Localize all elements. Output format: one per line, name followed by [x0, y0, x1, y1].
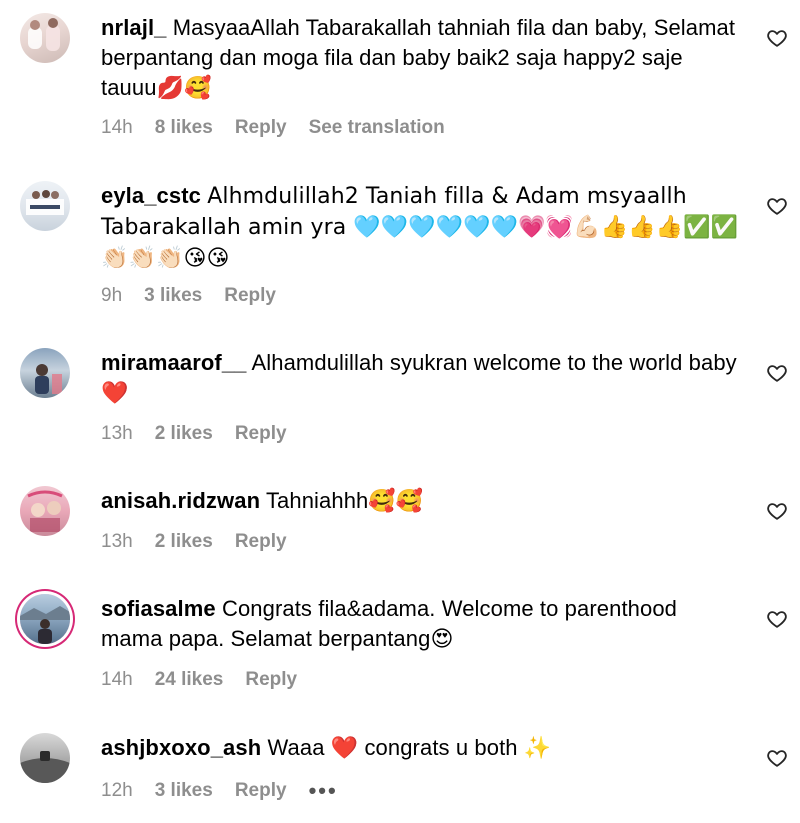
- like-count[interactable]: 2 likes: [155, 423, 213, 445]
- comment-timestamp[interactable]: 13h: [101, 423, 133, 445]
- reply-button[interactable]: Reply: [235, 423, 287, 445]
- avatar[interactable]: [20, 594, 70, 644]
- comment-meta: 12h 3 likes Reply •••: [101, 778, 338, 804]
- heart-outline-icon[interactable]: [766, 362, 788, 384]
- see-translation-button[interactable]: See translation: [309, 117, 445, 139]
- like-count[interactable]: 3 likes: [155, 780, 213, 802]
- comment-username[interactable]: miramaarof__: [101, 350, 247, 375]
- comment-body: miramaarof__ Alhamdulillah syukran welco…: [101, 348, 741, 408]
- comment-meta: 13h 2 likes Reply: [101, 531, 287, 553]
- avatar[interactable]: [20, 13, 70, 63]
- comment-text: Waaa ❤️ congrats u both ✨: [267, 735, 552, 760]
- heart-outline-icon[interactable]: [766, 27, 788, 49]
- comment-meta: 13h 2 likes Reply: [101, 423, 287, 445]
- comment-timestamp[interactable]: 14h: [101, 117, 133, 139]
- comment-username[interactable]: anisah.ridzwan: [101, 488, 260, 513]
- like-count[interactable]: 24 likes: [155, 669, 224, 691]
- heart-outline-icon[interactable]: [766, 500, 788, 522]
- comment-text: Tahniahhh🥰🥰: [265, 488, 424, 513]
- reply-button[interactable]: Reply: [235, 531, 287, 553]
- more-options-icon[interactable]: •••: [309, 778, 338, 804]
- comment-body: sofiasalme Congrats fila&adama. Welcome …: [101, 594, 741, 654]
- like-count[interactable]: 3 likes: [144, 285, 202, 307]
- comment-body: ashjbxoxo_ash Waaa ❤️ congrats u both ✨: [101, 733, 741, 763]
- comment-body: anisah.ridzwan Tahniahhh🥰🥰: [101, 486, 741, 516]
- avatar[interactable]: [20, 181, 70, 231]
- comment-username[interactable]: nrlajl_: [101, 15, 167, 40]
- like-count[interactable]: 2 likes: [155, 531, 213, 553]
- comment-meta: 9h 3 likes Reply: [101, 285, 276, 307]
- comment-text: MasyaaAllah Tabarakallah tahniah fila da…: [101, 15, 736, 100]
- comment-meta: 14h 24 likes Reply: [101, 669, 297, 691]
- comment-username[interactable]: sofiasalme: [101, 596, 216, 621]
- reply-button[interactable]: Reply: [235, 117, 287, 139]
- comment-body: eyla_cstc Alhmdulillah2 Taniah filla & A…: [101, 181, 741, 274]
- comment-timestamp[interactable]: 12h: [101, 780, 133, 802]
- reply-button[interactable]: Reply: [235, 780, 287, 802]
- comment-timestamp[interactable]: 14h: [101, 669, 133, 691]
- comment-username[interactable]: eyla_cstc: [101, 183, 201, 208]
- comment-meta: 14h 8 likes Reply See translation: [101, 117, 445, 139]
- heart-outline-icon[interactable]: [766, 608, 788, 630]
- heart-outline-icon[interactable]: [766, 747, 788, 769]
- avatar[interactable]: [20, 486, 70, 536]
- comment-timestamp[interactable]: 9h: [101, 285, 122, 307]
- like-count[interactable]: 8 likes: [155, 117, 213, 139]
- comment-timestamp[interactable]: 13h: [101, 531, 133, 553]
- reply-button[interactable]: Reply: [245, 669, 297, 691]
- avatar[interactable]: [20, 348, 70, 398]
- comment-body: nrlajl_ MasyaaAllah Tabarakallah tahniah…: [101, 13, 741, 103]
- comment-username[interactable]: ashjbxoxo_ash: [101, 735, 261, 760]
- reply-button[interactable]: Reply: [224, 285, 276, 307]
- avatar[interactable]: [20, 733, 70, 783]
- heart-outline-icon[interactable]: [766, 195, 788, 217]
